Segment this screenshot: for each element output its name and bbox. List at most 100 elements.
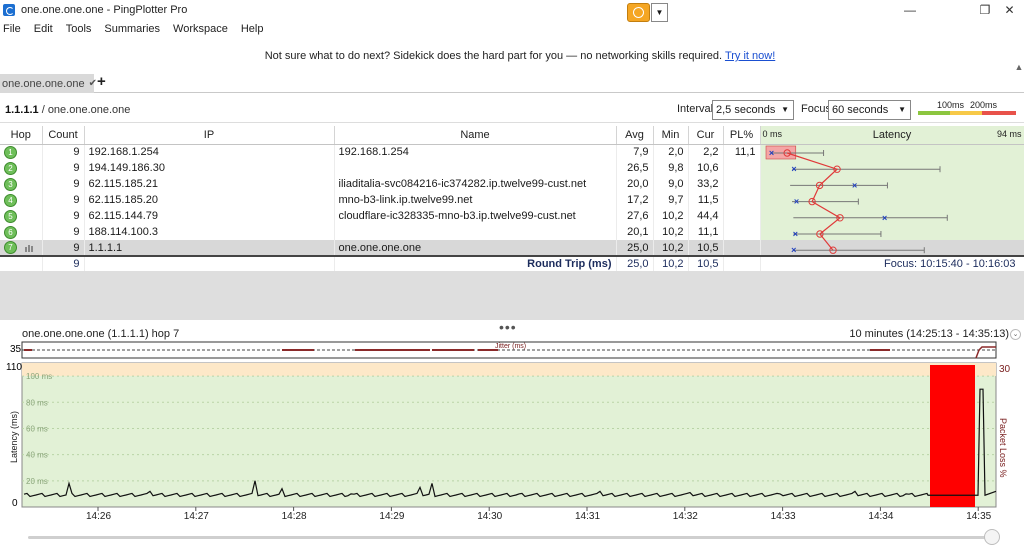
latency-plot-area (21, 362, 997, 508)
tab-one-one-one-one[interactable]: one.one.one.one ✔ (0, 74, 97, 93)
rt-blank (84, 255, 335, 271)
minimize-button[interactable]: — (890, 0, 930, 20)
cell-hop: 5 (0, 208, 43, 224)
interval-select[interactable]: 2,5 seconds ▼ (712, 100, 794, 120)
cell-name: cloudflare-ic328335-mno-b3.ip.twelve99-c… (334, 208, 617, 224)
cell-pl (723, 192, 761, 208)
cell-name: 192.168.1.254 (334, 144, 617, 160)
jitter-segment (478, 349, 498, 351)
latency-min-label: 0 ms (762, 129, 783, 139)
cell-count: 9 (42, 224, 85, 240)
col-count[interactable]: Count (42, 126, 85, 145)
cell-ip: 192.168.1.254 (84, 144, 335, 160)
bar-chart-icon[interactable] (25, 244, 35, 252)
gridline-label: 100 ms (26, 372, 52, 381)
latency-zero-label: 0 (12, 498, 18, 509)
scroll-up-icon[interactable]: ▲ (1014, 62, 1024, 72)
hop-table-area: Hop Count IP Name Avg Min Cur PL% 0 ms L… (0, 126, 1024, 320)
cell-ip: 62.115.185.21 (84, 176, 335, 192)
col-ip[interactable]: IP (84, 126, 335, 145)
scale-100ms: 100ms (937, 100, 965, 110)
cell-hop: 6 (0, 224, 43, 240)
timeline-scroll-thumb[interactable] (984, 529, 1000, 545)
rt-count: 9 (42, 255, 85, 271)
menu-edit[interactable]: Edit (34, 23, 53, 35)
timeline-scroll-track[interactable] (28, 536, 994, 539)
time-tick-label: 14:34 (868, 511, 893, 522)
cell-ip: 188.114.100.3 (84, 224, 335, 240)
add-tab-button[interactable]: + (97, 73, 106, 90)
col-latency[interactable]: 0 ms Latency 94 ms (760, 126, 1024, 145)
current-latency-mark: × (852, 180, 857, 190)
menu-bar: File Edit Tools Summaries Workspace Help (0, 20, 1024, 38)
cell-min: 10,2 (653, 240, 689, 256)
rt-label: Round Trip (ms) (334, 255, 617, 271)
hop-number-badge: 4 (4, 193, 17, 207)
latency-header-label: Latency (872, 128, 912, 141)
cell-hop: 4 (0, 192, 43, 208)
time-tick-label: 14:35 (966, 511, 991, 522)
time-tick-label: 14:32 (673, 511, 698, 522)
col-min[interactable]: Min (653, 126, 689, 145)
cell-cur: 44,4 (688, 208, 724, 224)
jitter-segment (282, 349, 314, 351)
cell-name: iliaditalia-svc084216-ic374282.ip.twelve… (334, 176, 617, 192)
cell-name: one.one.one.one (334, 240, 617, 256)
cell-count: 9 (42, 240, 85, 256)
col-name[interactable]: Name (334, 126, 617, 145)
rt-cur: 10,5 (688, 255, 724, 271)
pause-button[interactable] (627, 3, 650, 22)
cell-min: 10,2 (653, 224, 689, 240)
cell-name (334, 160, 617, 176)
latency-max-label: 94 ms (996, 129, 1022, 139)
col-cur[interactable]: Cur (688, 126, 724, 145)
y-axis-label: Latency (ms) (9, 411, 19, 463)
splitter-handle[interactable]: ••• (499, 319, 517, 335)
cell-min: 2,0 (653, 144, 689, 160)
try-it-now-link[interactable]: Try it now! (725, 50, 775, 62)
banner-text: Not sure what to do next? Sidekick does … (264, 50, 723, 62)
col-pl[interactable]: PL% (723, 126, 761, 145)
gridline-label: 80 ms (26, 398, 48, 407)
alert-band (22, 363, 996, 376)
jitter-segment (24, 349, 32, 351)
cell-hop: 3 (0, 176, 43, 192)
close-button[interactable]: ✕ (995, 0, 1024, 20)
jitter-segment (355, 349, 430, 351)
cell-min: 9,0 (653, 176, 689, 192)
target-ip: 1.1.1.1 (5, 103, 39, 116)
interval-value: 2,5 seconds (716, 104, 776, 116)
jitter-segment (870, 349, 890, 351)
gridline-label: 20 ms (26, 477, 48, 486)
menu-workspace[interactable]: Workspace (173, 23, 228, 35)
cell-avg: 17,2 (616, 192, 654, 208)
focus-label: Focus (801, 103, 831, 115)
jitter-segment (432, 349, 446, 351)
loss-max-label: 30 (999, 364, 1011, 375)
cell-hop: 1 (0, 144, 43, 160)
menu-tools[interactable]: Tools (66, 23, 92, 35)
cell-count: 9 (42, 208, 85, 224)
focus-select[interactable]: 60 seconds ▼ (828, 100, 911, 120)
menu-summaries[interactable]: Summaries (104, 23, 160, 35)
gridline-label: 60 ms (26, 424, 48, 433)
cell-hop: 7 (0, 240, 43, 256)
menu-help[interactable]: Help (241, 23, 264, 35)
col-hop[interactable]: Hop (0, 126, 43, 145)
cell-pl (723, 224, 761, 240)
latency-traceroute-graph: × × × × × × × (765, 145, 948, 255)
menu-file[interactable]: File (3, 23, 21, 35)
cell-cur: 33,2 (688, 176, 724, 192)
time-tick-label: 14:29 (379, 511, 404, 522)
col-avg[interactable]: Avg (616, 126, 654, 145)
cell-pl (723, 240, 761, 256)
cell-count: 9 (42, 160, 85, 176)
chevron-down-icon[interactable]: ▼ (651, 3, 668, 22)
scale-200ms: 200ms (970, 100, 998, 110)
cell-avg: 25,0 (616, 240, 654, 256)
cell-ip: 1.1.1.1 (84, 240, 335, 256)
timeline-graph: 35 Jitter (ms) 110 0 100 ms 80 ms 60 ms 40 … (6, 341, 1011, 522)
app-logo-icon (3, 4, 15, 16)
jitter-segment (446, 349, 474, 351)
cell-min: 10,2 (653, 208, 689, 224)
